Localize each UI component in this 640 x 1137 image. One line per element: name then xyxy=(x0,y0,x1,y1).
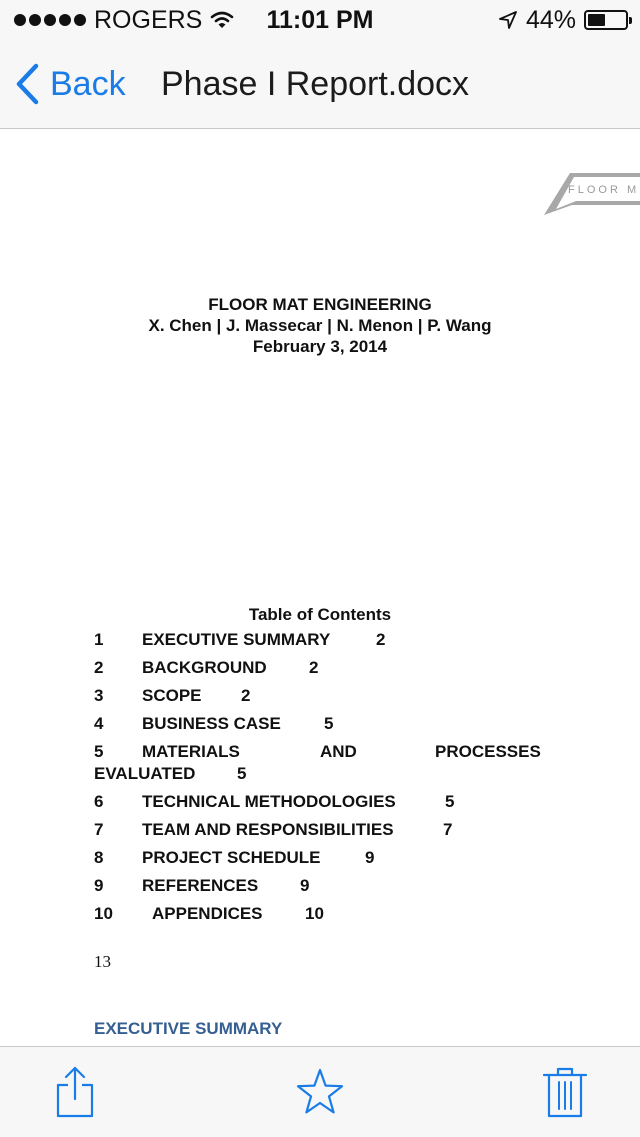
battery-percent: 44% xyxy=(525,5,576,34)
report-date: February 3, 2014 xyxy=(252,337,388,356)
battery-icon xyxy=(584,10,632,30)
toc-page: 5 xyxy=(324,714,334,733)
toc-row[interactable]: 1 EXECUTIVE SUMMARY 2 xyxy=(94,626,554,654)
chevron-left-icon xyxy=(16,63,39,105)
toc-row[interactable]: 2 BACKGROUND 2 xyxy=(94,654,554,682)
toc-page: 2 xyxy=(376,630,386,649)
back-button[interactable]: Back xyxy=(14,62,126,106)
toc-title-word: PROCESSES xyxy=(435,742,541,761)
toc-title: REFERENCES xyxy=(142,876,259,895)
favorite-button[interactable] xyxy=(295,1065,345,1119)
location-arrow-icon xyxy=(499,11,517,29)
delete-button[interactable] xyxy=(540,1065,590,1119)
toc-row[interactable]: 4 BUSINESS CASE 5 xyxy=(94,710,554,738)
toc-number: 10 xyxy=(94,904,113,923)
toc-heading: Table of Contents xyxy=(248,605,392,624)
toc-row[interactable]: 7 TEAM AND RESPONSIBILITIES 7 xyxy=(94,816,554,844)
bottom-toolbar xyxy=(0,1046,640,1137)
toc-number: 3 xyxy=(94,686,104,705)
page-number: 13 xyxy=(94,952,111,971)
toc-number: 8 xyxy=(94,848,104,867)
toc-title: EXECUTIVE SUMMARY xyxy=(142,630,331,649)
toc-title: PROJECT SCHEDULE xyxy=(142,848,321,867)
toc-row[interactable]: 6 TECHNICAL METHODOLOGIES 5 xyxy=(94,788,554,816)
toc-page: 9 xyxy=(365,848,375,867)
toc-title: TEAM AND RESPONSIBILITIES xyxy=(142,820,394,839)
star-icon xyxy=(296,1068,344,1114)
section-heading: EXECUTIVE SUMMARY xyxy=(94,1019,283,1038)
toc-title-word: AND xyxy=(320,742,357,761)
share-icon xyxy=(56,1066,94,1118)
toc-number: 4 xyxy=(94,714,104,733)
toc-number: 7 xyxy=(94,820,104,839)
cover-page: FLOOR MAT ENGINEERING X. Chen | J. Masse… xyxy=(0,294,640,357)
toc-row[interactable]: 8 PROJECT SCHEDULE 9 xyxy=(94,844,554,872)
toc-page: 7 xyxy=(443,820,453,839)
report-title: FLOOR MAT ENGINEERING xyxy=(208,295,432,314)
table-of-contents: 1 EXECUTIVE SUMMARY 2 2 BACKGROUND 2 3 S… xyxy=(94,626,554,928)
toc-page: 5 xyxy=(237,764,247,783)
toc-page: 5 xyxy=(445,792,455,811)
toc-title: TECHNICAL METHODOLOGIES xyxy=(142,792,396,811)
toc-page: 2 xyxy=(309,658,319,677)
status-bar: ROGERS 11:01 PM 44% xyxy=(0,0,640,40)
toc-page: 9 xyxy=(300,876,310,895)
toc-number: 1 xyxy=(94,630,104,649)
toc-row[interactable]: 3 SCOPE 2 xyxy=(94,682,554,710)
share-button[interactable] xyxy=(50,1065,100,1119)
toc-row[interactable]: 5 MATERIALS AND PROCESSES EVALUATED 5 xyxy=(94,738,554,788)
trash-icon xyxy=(542,1067,588,1118)
document-viewer[interactable]: FLOOR M FLOOR MAT ENGINEERING X. Chen | … xyxy=(0,129,640,1046)
back-label: Back xyxy=(50,64,126,103)
navigation-bar: Back Phase I Report.docx xyxy=(0,40,640,129)
toc-row[interactable]: 10 APPENDICES 10 xyxy=(94,900,554,928)
toc-title: SCOPE xyxy=(142,686,202,705)
toc-number: 2 xyxy=(94,658,104,677)
document-title: Phase I Report.docx xyxy=(161,65,470,103)
toc-page: 2 xyxy=(241,686,251,705)
toc-title-word: EVALUATED xyxy=(94,764,196,783)
toc-page: 10 xyxy=(305,904,324,923)
toc-title: BUSINESS CASE xyxy=(142,714,281,733)
toc-title: BACKGROUND xyxy=(142,658,267,677)
toc-title: APPENDICES xyxy=(152,904,263,923)
report-authors: X. Chen | J. Massecar | N. Menon | P. Wa… xyxy=(148,316,492,335)
toc-row[interactable]: 9 REFERENCES 9 xyxy=(94,872,554,900)
toc-number: 6 xyxy=(94,792,104,811)
toc-number: 9 xyxy=(94,876,104,895)
logo-text: FLOOR M xyxy=(568,184,640,196)
